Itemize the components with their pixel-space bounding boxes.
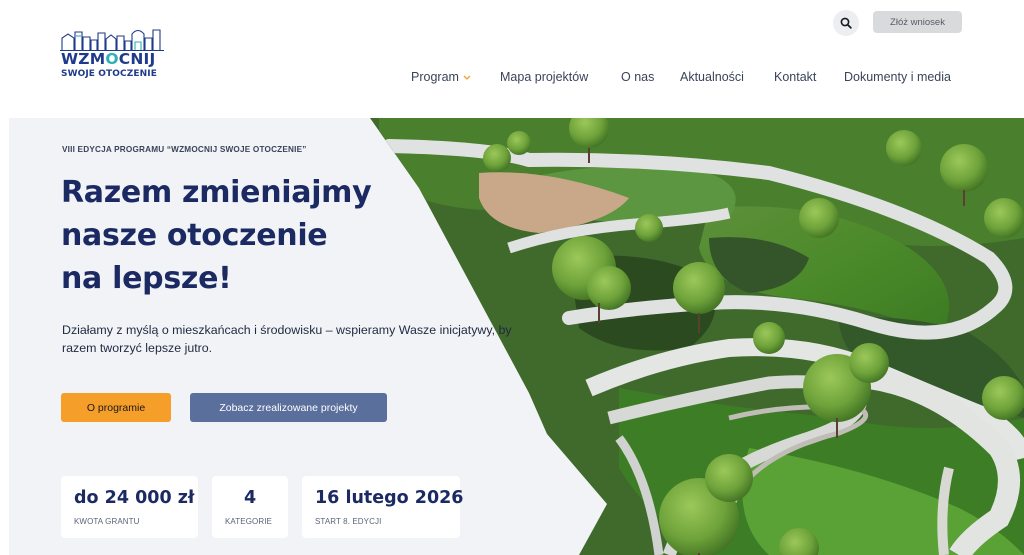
stat-label: KATEGORIE: [225, 517, 272, 526]
stat-label: START 8. EDYCJI: [315, 517, 382, 526]
nav-item-label: Program: [411, 70, 459, 84]
about-program-button[interactable]: O programie: [61, 393, 171, 422]
headline-line: na lepsze!: [61, 261, 232, 296]
nav-item-kontakt[interactable]: Kontakt: [774, 68, 816, 86]
search-button[interactable]: [833, 10, 859, 36]
stat-value: 4: [244, 488, 257, 508]
nav-item-mapa-projektow[interactable]: Mapa projektów: [500, 68, 588, 86]
headline-line: nasze otoczenie: [61, 218, 328, 253]
city-skyline-icon: [60, 29, 164, 52]
nav-item-dokumenty-i-media[interactable]: Dokumenty i media: [844, 68, 951, 86]
page-title: Razem zmieniajmy nasze otoczenie na leps…: [61, 171, 372, 300]
nav-item-program[interactable]: Program: [411, 68, 471, 86]
stat-value: 16 lutego 2026: [315, 488, 464, 508]
nav-item-o-nas[interactable]: O nas: [621, 68, 654, 86]
chevron-down-icon: [463, 75, 471, 80]
site-header: WZMOCNIJ SWOJE OTOCZENIE Złóż wniosek Pr…: [0, 0, 1024, 118]
search-icon: [840, 17, 852, 29]
apply-button[interactable]: Złóż wniosek: [873, 11, 962, 33]
stat-label: KWOTA GRANTU: [74, 517, 140, 526]
stat-card-categories: 4 KATEGORIE: [212, 476, 288, 538]
logo-wordmark: WZMOCNIJ: [61, 50, 156, 68]
stat-value: do 24 000 zł: [74, 488, 195, 508]
edition-label: VIII EDYCJA PROGRAMU “WZMOCNIJ SWOJE OTO…: [62, 145, 307, 154]
stat-card-grant: do 24 000 zł KWOTA GRANTU: [61, 476, 198, 538]
headline-line: Razem zmieniajmy: [61, 175, 372, 210]
view-projects-button[interactable]: Zobacz zrealizowane projekty: [190, 393, 387, 422]
nav-item-aktualnosci[interactable]: Aktualności: [680, 68, 744, 86]
stat-card-start-date: 16 lutego 2026 START 8. EDYCJI: [302, 476, 464, 538]
main-nav: Program Mapa projektów O nas Aktualności…: [0, 68, 1024, 86]
hero-description: Działamy z myślą o mieszkańcach i środow…: [62, 323, 512, 355]
